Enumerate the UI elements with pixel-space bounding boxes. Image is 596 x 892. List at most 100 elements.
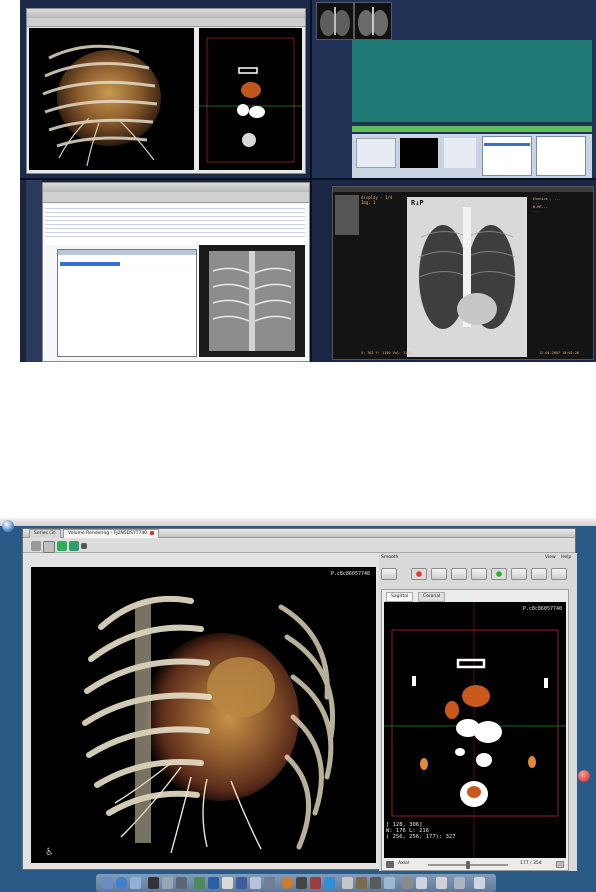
app-icon[interactable] <box>416 877 427 889</box>
study-list-window <box>42 182 310 362</box>
thumbnail-graphic <box>320 7 350 36</box>
volume-rendering-screenshot: Series (3) Volume Rendering - FJ2N5DSYT7… <box>0 518 596 892</box>
mac-menu-bar <box>0 518 596 526</box>
tool-button[interactable] <box>531 568 547 580</box>
app-icon[interactable] <box>370 877 381 889</box>
slice-slider-thumb[interactable] <box>466 861 470 869</box>
viewer-side-panel[interactable] <box>335 195 359 235</box>
window-titlebar <box>27 9 305 18</box>
music-icon[interactable] <box>208 877 219 889</box>
smooth-menu-label[interactable]: Smooth <box>381 555 398 560</box>
app-icon[interactable] <box>342 877 353 889</box>
axis-select[interactable]: Axial <box>398 861 409 866</box>
viewer-image-index: Img: 1 <box>361 200 376 205</box>
red-ball-icon[interactable] <box>578 770 590 782</box>
study-table[interactable] <box>45 205 305 245</box>
ct-slice-view[interactable]: P.c8c86057740 [ 128, 306] W: 176 L: 216 … <box>384 602 566 858</box>
xray-thumbnail-1[interactable] <box>316 2 354 40</box>
side-toolbar <box>379 567 575 580</box>
tool-button[interactable] <box>511 568 527 580</box>
list-box[interactable] <box>536 136 586 176</box>
tool-button[interactable] <box>431 568 447 580</box>
tool-button[interactable] <box>471 568 487 580</box>
app-icon[interactable] <box>384 877 395 889</box>
cube-green-icon[interactable] <box>57 541 67 551</box>
documents-icon[interactable] <box>436 877 447 889</box>
volume-rendering-window <box>26 8 306 174</box>
teal-workspace <box>352 40 592 122</box>
ct-axial-graphic <box>384 602 566 858</box>
viewer-right-text: Evenius , ... ... B-HE... ... <box>533 197 589 237</box>
word-icon[interactable] <box>236 877 247 889</box>
coronal-preview[interactable] <box>199 245 305 357</box>
viewer-right-line: ... <box>533 209 540 213</box>
crop-tool-icon[interactable] <box>43 541 55 553</box>
tool-button[interactable] <box>451 568 467 580</box>
subtab-sagittal[interactable]: Sagittal <box>386 592 414 602</box>
xray-thumbnail-2[interactable] <box>354 2 392 40</box>
subtab-coronal[interactable]: Coronal <box>418 592 446 602</box>
view-menu-label[interactable]: View <box>545 555 556 560</box>
ct-patient-id: P.c8c86057740 <box>522 606 562 612</box>
window-titlebar <box>43 183 309 192</box>
app-icon[interactable] <box>356 877 367 889</box>
terminal-icon[interactable] <box>148 877 159 889</box>
mail-icon[interactable] <box>102 877 113 889</box>
left-dock-strip <box>26 180 42 362</box>
chart-icon[interactable] <box>162 877 173 889</box>
pacs-control-panel <box>352 134 592 178</box>
list-box[interactable] <box>482 136 532 176</box>
app-icon[interactable] <box>402 877 413 889</box>
orb-icon[interactable] <box>2 520 14 532</box>
photo-icon[interactable] <box>194 877 205 889</box>
close-icon[interactable] <box>150 530 155 535</box>
camera-icon[interactable] <box>81 543 87 549</box>
record-icon[interactable] <box>411 568 427 580</box>
ct-slice-view[interactable] <box>199 28 302 170</box>
tab-label: Volume Rendering - FJ2N5DSYT740 <box>68 531 148 536</box>
tab-series[interactable]: Series (3) <box>29 529 61 538</box>
folder-icon[interactable] <box>176 877 187 889</box>
finder-icon[interactable] <box>130 877 141 889</box>
app-icon[interactable] <box>310 877 321 889</box>
slice-counter: 177 / 354 <box>520 861 542 866</box>
selected-row <box>484 143 530 146</box>
tab-label: Series (3) <box>34 531 56 536</box>
dialog-titlebar <box>58 250 196 255</box>
app-icon[interactable] <box>296 877 307 889</box>
subtab-label: Sagittal <box>391 594 409 599</box>
tool-button[interactable] <box>551 568 567 580</box>
app-icon[interactable] <box>264 877 275 889</box>
table-row[interactable] <box>45 233 305 237</box>
ct-overlay-line: ( 256, 256, 177): 327 <box>386 834 456 840</box>
window-toolbar <box>27 18 305 27</box>
volume-render-view[interactable]: ♿ P.c8c86057740 <box>31 567 376 863</box>
slider-handle-icon[interactable] <box>381 568 397 580</box>
svg-text:♿: ♿ <box>45 847 54 858</box>
volume-render-view[interactable] <box>29 28 194 170</box>
globe-icon[interactable] <box>116 877 127 889</box>
viewer-titlebar <box>333 187 593 192</box>
thorax-render-graphic: ♿ <box>45 595 336 858</box>
trash-icon[interactable] <box>474 877 485 889</box>
app-icon[interactable] <box>324 877 335 889</box>
xray-orientation-marker: R↓P <box>411 199 424 207</box>
collage-quadrant-study-list <box>20 180 310 362</box>
viewer-pixel-readout: X: 362 Y: 1190 Val: 1120 <box>361 351 412 355</box>
right-side-panel: Smooth View Help Sagittal Coronal P.c8c8… <box>379 553 577 871</box>
downloads-icon[interactable] <box>454 877 465 889</box>
cursor-tool-icon[interactable] <box>31 541 41 551</box>
expand-icon[interactable] <box>556 861 564 868</box>
firefox-icon[interactable] <box>282 877 293 889</box>
settings-icon[interactable] <box>250 877 261 889</box>
chest-xray-image[interactable]: R↓P <box>407 197 527 357</box>
help-menu-label[interactable]: Help <box>561 555 571 560</box>
cube-teal-icon[interactable] <box>69 541 79 551</box>
ct-status-bar: Axial 177 / 354 <box>384 860 566 870</box>
calendar-icon[interactable] <box>222 877 233 889</box>
ct-overlay-block: [ 128, 306] W: 176 L: 216 ( 256, 256, 17… <box>386 822 526 854</box>
play-icon[interactable] <box>491 568 507 580</box>
camera-icon[interactable] <box>386 861 394 868</box>
tab-volume-rendering[interactable]: Volume Rendering - FJ2N5DSYT740 <box>63 529 160 538</box>
subtab-label: Coronal <box>423 594 441 599</box>
